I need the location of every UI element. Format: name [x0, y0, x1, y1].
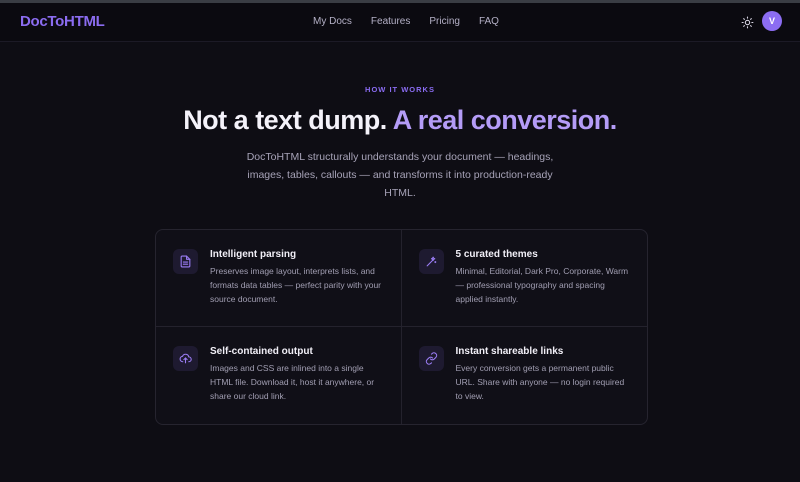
nav-link-pricing[interactable]: Pricing [429, 16, 460, 27]
feature-text: Images and CSS are inlined into a single… [210, 363, 375, 401]
feature-title: Self-contained output [210, 346, 313, 357]
features-grid: Intelligent parsing Preserves image layo… [155, 229, 648, 425]
feature-text: Preserves image layout, interprets lists… [210, 266, 382, 304]
feature-text: Every conversion gets a permanent public… [455, 363, 625, 401]
hero-section: HOW IT WORKS Not a text dump. A real con… [0, 80, 800, 202]
feature-title: 5 curated themes [455, 249, 538, 260]
section-eyebrow: HOW IT WORKS [365, 85, 435, 94]
feature-icon-box [418, 346, 444, 371]
headline-accent: A real conversion. [392, 105, 618, 135]
theme-toggle-button[interactable] [740, 15, 755, 30]
feature-icon-box [173, 249, 198, 274]
nav-link-faq[interactable]: FAQ [479, 16, 499, 27]
logo[interactable]: DocToHTML [20, 13, 105, 30]
nav-link-features[interactable]: Features [371, 16, 410, 27]
document-icon [180, 255, 191, 268]
nav-links: My Docs Features Pricing FAQ [313, 16, 518, 27]
feature-title: Intelligent parsing [210, 249, 297, 260]
nav-link-my-docs[interactable]: My Docs [313, 16, 352, 27]
sun-icon [741, 16, 754, 29]
feature-card-output: Self-contained output Images and CSS are… [156, 327, 402, 424]
feature-card-themes: 5 curated themes Minimal, Editorial, Dar… [401, 230, 647, 327]
top-navbar: DocToHTML My Docs Features Pricing FAQ V [0, 3, 800, 42]
feature-text: Minimal, Editorial, Dark Pro, Corporate,… [455, 266, 629, 304]
avatar[interactable]: V [762, 11, 782, 31]
feature-icon-box [173, 346, 198, 371]
link-icon [425, 352, 437, 365]
feature-title: Instant shareable links [455, 346, 564, 357]
feature-card-links: Instant shareable links Every conversion… [402, 327, 648, 424]
feature-icon-box [418, 249, 444, 274]
hero-subtitle: DocToHTML structurally understands your … [246, 151, 554, 199]
feature-card-parsing: Intelligent parsing Preserves image layo… [156, 230, 402, 327]
cloud-upload-icon [179, 353, 192, 364]
hero-headline: Not a text dump. A real conversion. [0, 105, 800, 136]
wand-icon [426, 256, 436, 267]
headline-main: Not a text dump. [183, 105, 387, 135]
